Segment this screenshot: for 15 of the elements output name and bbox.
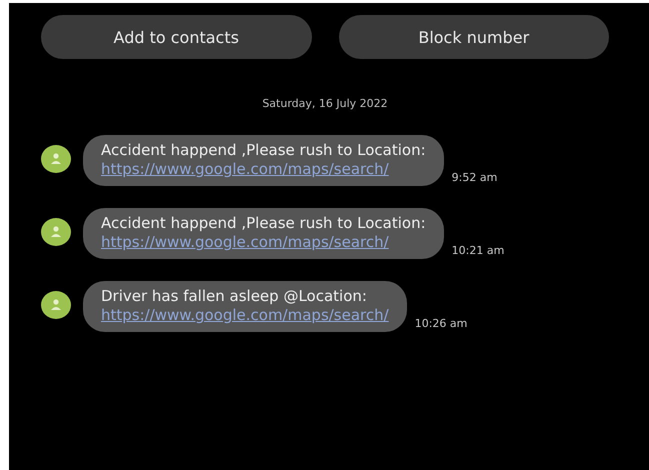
message-text: Driver has fallen asleep @Location: (101, 287, 368, 306)
message-time: 10:21 am (452, 244, 504, 257)
message-text: Accident happend ,Please rush to Location: (101, 141, 426, 160)
message-text: Accident happend ,Please rush to Location: (101, 214, 426, 233)
avatar-icon (41, 291, 71, 319)
message-time: 9:52 am (452, 171, 498, 184)
action-button[interactable]: Block number (338, 15, 609, 59)
message-time: 10:26 am (414, 317, 468, 330)
action-button[interactable]: Add to contacts (41, 15, 312, 59)
location-link[interactable]: https://www.google.com/maps/search/ (101, 306, 389, 325)
date-header: Saturday, 16 July 2022 (261, 97, 389, 110)
location-link[interactable]: https://www.google.com/maps/search/ (101, 233, 426, 252)
avatar-icon (41, 218, 71, 246)
location-link[interactable]: https://www.google.com/maps/search/ (101, 160, 426, 179)
avatar-icon (41, 145, 71, 173)
